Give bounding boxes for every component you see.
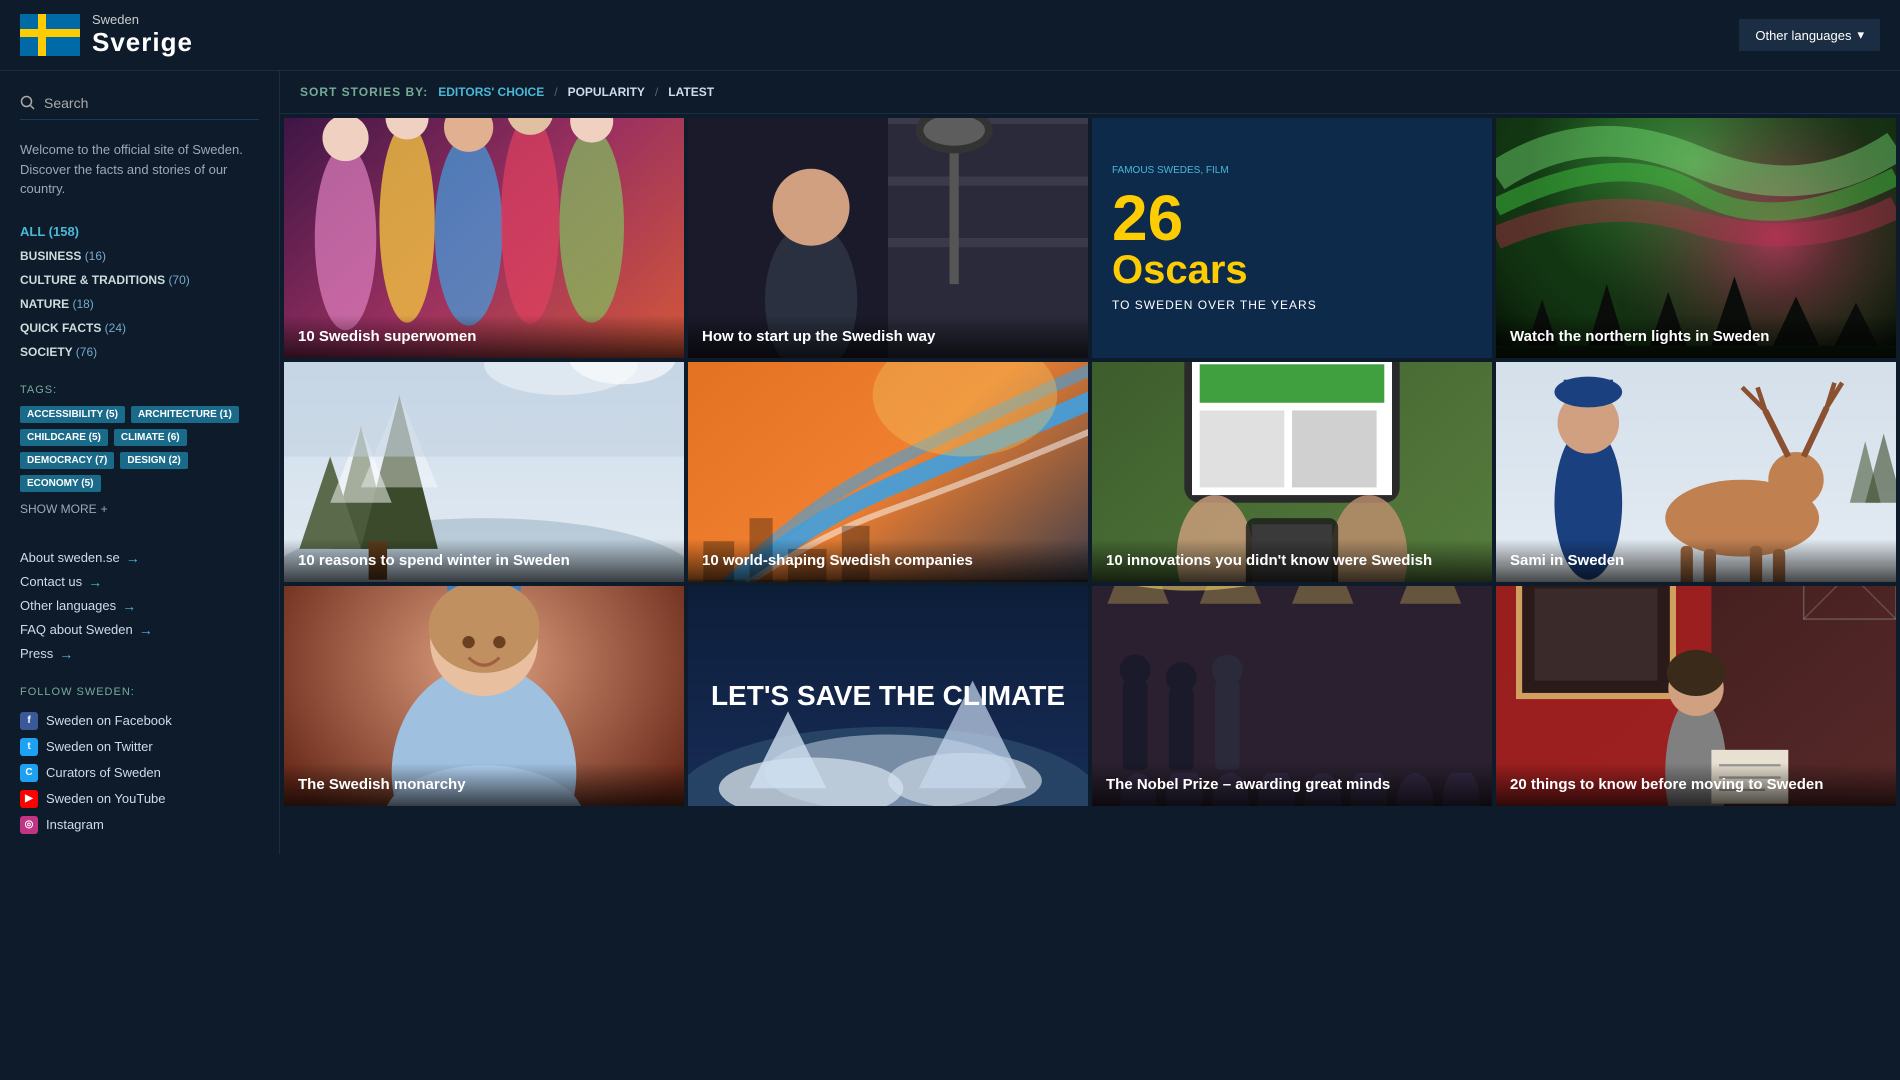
follow-label: FOLLOW SWEDEN: [20,686,259,698]
card-climate[interactable]: LET'S SAVE THE CLIMATE [688,586,1088,806]
youtube-icon: ▶ [20,790,38,808]
header: Sweden Sverige Other languages ▾ [0,0,1900,71]
card-overlay: 10 world-shaping Swedish companies [688,539,1088,583]
other-languages-button[interactable]: Other languages ▾ [1739,19,1880,51]
card-overlay: The Swedish monarchy [284,763,684,807]
sort-latest[interactable]: LATEST [668,85,714,99]
category-quickfacts[interactable]: QUICK FACTS (24) [20,316,259,340]
search-bar[interactable]: Search [20,87,259,120]
card-superwomen[interactable]: 10 Swedish superwomen [284,118,684,358]
main-content: SORT STORIES BY: EDITORS' CHOICE / POPUL… [280,71,1900,854]
oscars-word: Oscars [1112,250,1472,290]
card-innovations[interactable]: 10 innovations you didn't know were Swed… [1092,362,1492,582]
card-overlay: 10 innovations you didn't know were Swed… [1092,539,1492,583]
show-more-button[interactable]: SHOW MORE + [20,502,259,516]
sort-popularity[interactable]: POPULARITY [568,85,645,99]
link-press[interactable]: Press → [20,642,259,666]
card-title: The Nobel Prize – awarding great minds [1106,775,1478,795]
card-monarchy[interactable]: The Swedish monarchy [284,586,684,806]
main-layout: Search Welcome to the official site of S… [0,71,1900,854]
sweden-flag [20,14,80,56]
link-contact[interactable]: Contact us → [20,570,259,594]
card-title: 10 world-shaping Swedish companies [702,551,1074,571]
card-oscars[interactable]: FAMOUS SWEDES, FILM 26 Oscars TO SWEDEN … [1092,118,1492,358]
climate-text-container: LET'S SAVE THE CLIMATE [688,586,1088,806]
link-about[interactable]: About sweden.se → [20,546,259,570]
card-northern-lights[interactable]: Watch the northern lights in Sweden [1496,118,1896,358]
category-business[interactable]: BUSINESS (16) [20,244,259,268]
card-overlay: 10 Swedish superwomen [284,315,684,359]
logo-name: Sverige [92,27,193,58]
tag-architecture[interactable]: ARCHITECTURE (1) [131,406,239,423]
instagram-icon: ◎ [20,816,38,834]
curators-icon: C [20,764,38,782]
card-title: 10 innovations you didn't know were Swed… [1106,551,1478,571]
category-culture[interactable]: CULTURE & TRADITIONS (70) [20,268,259,292]
card-winter[interactable]: 10 reasons to spend winter in Sweden [284,362,684,582]
card-moving[interactable]: 20 things to know before moving to Swede… [1496,586,1896,806]
category-all[interactable]: ALL (158) [20,219,259,244]
card-title: Watch the northern lights in Sweden [1510,327,1882,347]
tag-accessibility[interactable]: ACCESSIBILITY (5) [20,406,125,423]
social-youtube[interactable]: ▶ Sweden on YouTube [20,786,259,812]
social-twitter[interactable]: t Sweden on Twitter [20,734,259,760]
card-title: 10 Swedish superwomen [298,327,670,347]
search-label: Search [44,95,88,111]
social-curators[interactable]: C Curators of Sweden [20,760,259,786]
category-nature[interactable]: NATURE (18) [20,292,259,316]
tags-container: ACCESSIBILITY (5) ARCHITECTURE (1) CHILD… [20,406,259,492]
card-nobel[interactable]: The Nobel Prize – awarding great minds [1092,586,1492,806]
tag-design[interactable]: DESIGN (2) [120,452,187,469]
card-overlay: How to start up the Swedish way [688,315,1088,359]
sort-editors-choice[interactable]: EDITORS' CHOICE [438,85,544,99]
oscars-number: 26 [1112,186,1472,250]
card-overlay: 10 reasons to spend winter in Sweden [284,539,684,583]
facebook-icon: f [20,712,38,730]
logo-area: Sweden Sverige [20,12,193,58]
card-companies[interactable]: 10 world-shaping Swedish companies [688,362,1088,582]
stories-grid: 10 Swedish superwomen [280,114,1900,810]
oscars-subtitle: TO SWEDEN OVER THE YEARS [1112,298,1472,312]
card-sami[interactable]: Sami in Sweden [1496,362,1896,582]
card-overlay: 20 things to know before moving to Swede… [1496,763,1896,807]
card-title: Sami in Sweden [1510,551,1882,571]
link-faq[interactable]: FAQ about Sweden → [20,618,259,642]
tag-economy[interactable]: ECONOMY (5) [20,475,101,492]
card-overlay: Sami in Sweden [1496,539,1896,583]
sidebar: Search Welcome to the official site of S… [0,71,280,854]
climate-title: LET'S SAVE THE CLIMATE [691,659,1085,733]
social-list: f Sweden on Facebook t Sweden on Twitter… [20,708,259,838]
link-languages[interactable]: Other languages → [20,594,259,618]
sort-label: SORT STORIES BY: [300,85,428,99]
search-icon [20,95,36,111]
card-title: The Swedish monarchy [298,775,670,795]
tag-climate[interactable]: CLIMATE (6) [114,429,187,446]
twitter-icon: t [20,738,38,756]
card-overlay: Watch the northern lights in Sweden [1496,315,1896,359]
sidebar-links: About sweden.se → Contact us → Other lan… [20,546,259,666]
social-facebook[interactable]: f Sweden on Facebook [20,708,259,734]
oscars-category: FAMOUS SWEDES, FILM [1112,165,1472,176]
tag-childcare[interactable]: CHILDCARE (5) [20,429,108,446]
category-society[interactable]: SOCIETY (76) [20,340,259,364]
logo-text: Sweden Sverige [92,12,193,58]
card-title: How to start up the Swedish way [702,327,1074,347]
logo-country: Sweden [92,12,193,27]
card-title: 20 things to know before moving to Swede… [1510,775,1882,795]
sort-bar: SORT STORIES BY: EDITORS' CHOICE / POPUL… [280,71,1900,114]
tags-label: TAGS: [20,384,259,396]
welcome-text: Welcome to the official site of Sweden. … [20,140,259,199]
social-instagram[interactable]: ◎ Instagram [20,812,259,838]
card-title: 10 reasons to spend winter in Sweden [298,551,670,571]
tag-democracy[interactable]: DEMOCRACY (7) [20,452,114,469]
category-list: ALL (158) BUSINESS (16) CULTURE & TRADIT… [20,219,259,364]
card-overlay: The Nobel Prize – awarding great minds [1092,763,1492,807]
card-startup[interactable]: How to start up the Swedish way [688,118,1088,358]
